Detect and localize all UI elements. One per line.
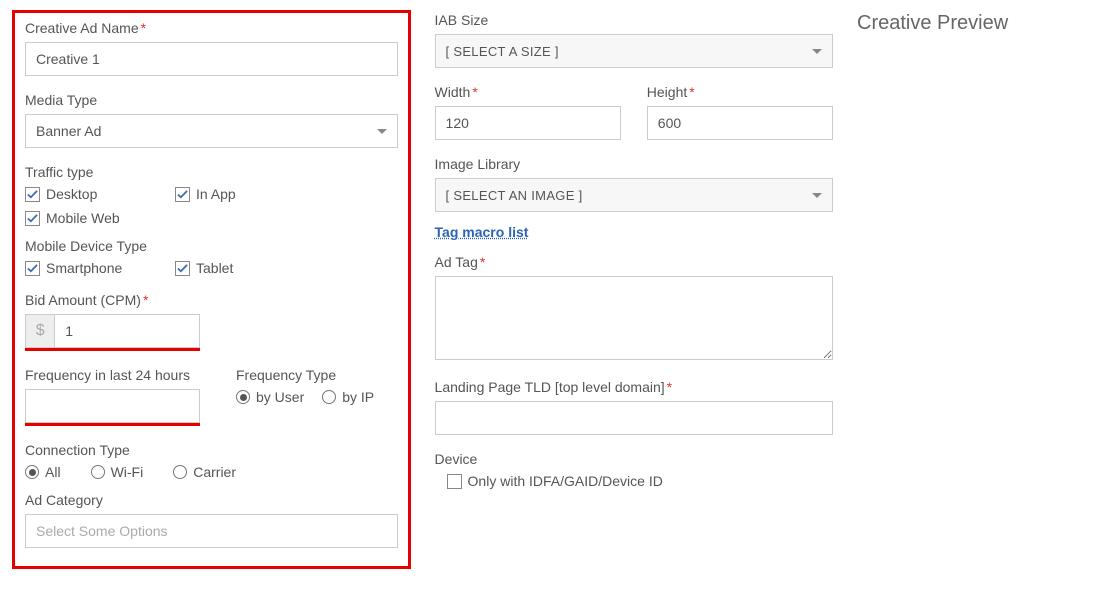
- radio-icon: [236, 390, 250, 404]
- ad-tag-label: Ad Tag*: [435, 254, 833, 270]
- checkbox-icon: [25, 261, 40, 276]
- dollar-icon: $: [25, 314, 54, 348]
- connection-type-label: Connection Type: [25, 442, 398, 458]
- frequency-type-label: Frequency Type: [236, 367, 374, 383]
- radio-icon: [91, 465, 105, 479]
- device-idfa-checkbox[interactable]: Only with IDFA/GAID/Device ID: [447, 473, 813, 489]
- preview-panel: Creative Preview: [857, 10, 1087, 35]
- image-library-label: Image Library: [435, 156, 833, 172]
- media-type-select[interactable]: Banner Ad: [25, 114, 398, 148]
- traffic-mobileweb-checkbox[interactable]: Mobile Web: [25, 210, 120, 226]
- device-tablet-checkbox[interactable]: Tablet: [175, 260, 233, 276]
- mobile-device-type-label: Mobile Device Type: [25, 238, 398, 254]
- media-type-label: Media Type: [25, 92, 398, 108]
- creative-ad-name-label: Creative Ad Name*: [25, 20, 398, 36]
- left-highlighted-panel: Creative Ad Name* Media Type Banner Ad T…: [12, 10, 411, 569]
- width-input[interactable]: [435, 106, 621, 140]
- device-smartphone-checkbox[interactable]: Smartphone: [25, 260, 155, 276]
- checkbox-icon: [25, 211, 40, 226]
- landing-tld-input[interactable]: [435, 401, 833, 435]
- checkbox-icon: [447, 474, 462, 489]
- frequency-label: Frequency in last 24 hours: [25, 367, 200, 383]
- middle-panel: IAB Size [ SELECT A SIZE ] Width* Height…: [435, 10, 833, 505]
- checkbox-icon: [25, 187, 40, 202]
- creative-ad-name-input[interactable]: [25, 42, 398, 76]
- width-label: Width*: [435, 84, 621, 100]
- connection-wifi-radio[interactable]: Wi-Fi: [91, 464, 144, 480]
- bid-amount-input[interactable]: [54, 314, 200, 348]
- traffic-type-label: Traffic type: [25, 164, 398, 180]
- traffic-desktop-checkbox[interactable]: Desktop: [25, 186, 155, 202]
- bid-amount-label: Bid Amount (CPM)*: [25, 292, 398, 308]
- tag-macro-list-link[interactable]: Tag macro list: [435, 224, 529, 240]
- checkbox-icon: [175, 187, 190, 202]
- connection-all-radio[interactable]: All: [25, 464, 61, 480]
- image-library-select[interactable]: [ SELECT AN IMAGE ]: [435, 178, 833, 212]
- radio-icon: [173, 465, 187, 479]
- checkbox-icon: [175, 261, 190, 276]
- iab-size-label: IAB Size: [435, 12, 833, 28]
- connection-carrier-radio[interactable]: Carrier: [173, 464, 236, 480]
- radio-icon: [25, 465, 39, 479]
- iab-size-select[interactable]: [ SELECT A SIZE ]: [435, 34, 833, 68]
- creative-preview-title: Creative Preview: [857, 12, 1087, 35]
- frequency-input[interactable]: [25, 389, 200, 423]
- radio-icon: [322, 390, 336, 404]
- ad-tag-textarea[interactable]: [435, 276, 833, 360]
- frequency-type-ip-radio[interactable]: by IP: [322, 389, 374, 405]
- landing-tld-label: Landing Page TLD [top level domain]*: [435, 379, 833, 395]
- height-label: Height*: [647, 84, 833, 100]
- device-label: Device: [435, 451, 833, 467]
- ad-category-label: Ad Category: [25, 492, 398, 508]
- ad-category-multiselect[interactable]: Select Some Options: [25, 514, 398, 548]
- frequency-type-user-radio[interactable]: by User: [236, 389, 304, 405]
- height-input[interactable]: [647, 106, 833, 140]
- traffic-inapp-checkbox[interactable]: In App: [175, 186, 300, 202]
